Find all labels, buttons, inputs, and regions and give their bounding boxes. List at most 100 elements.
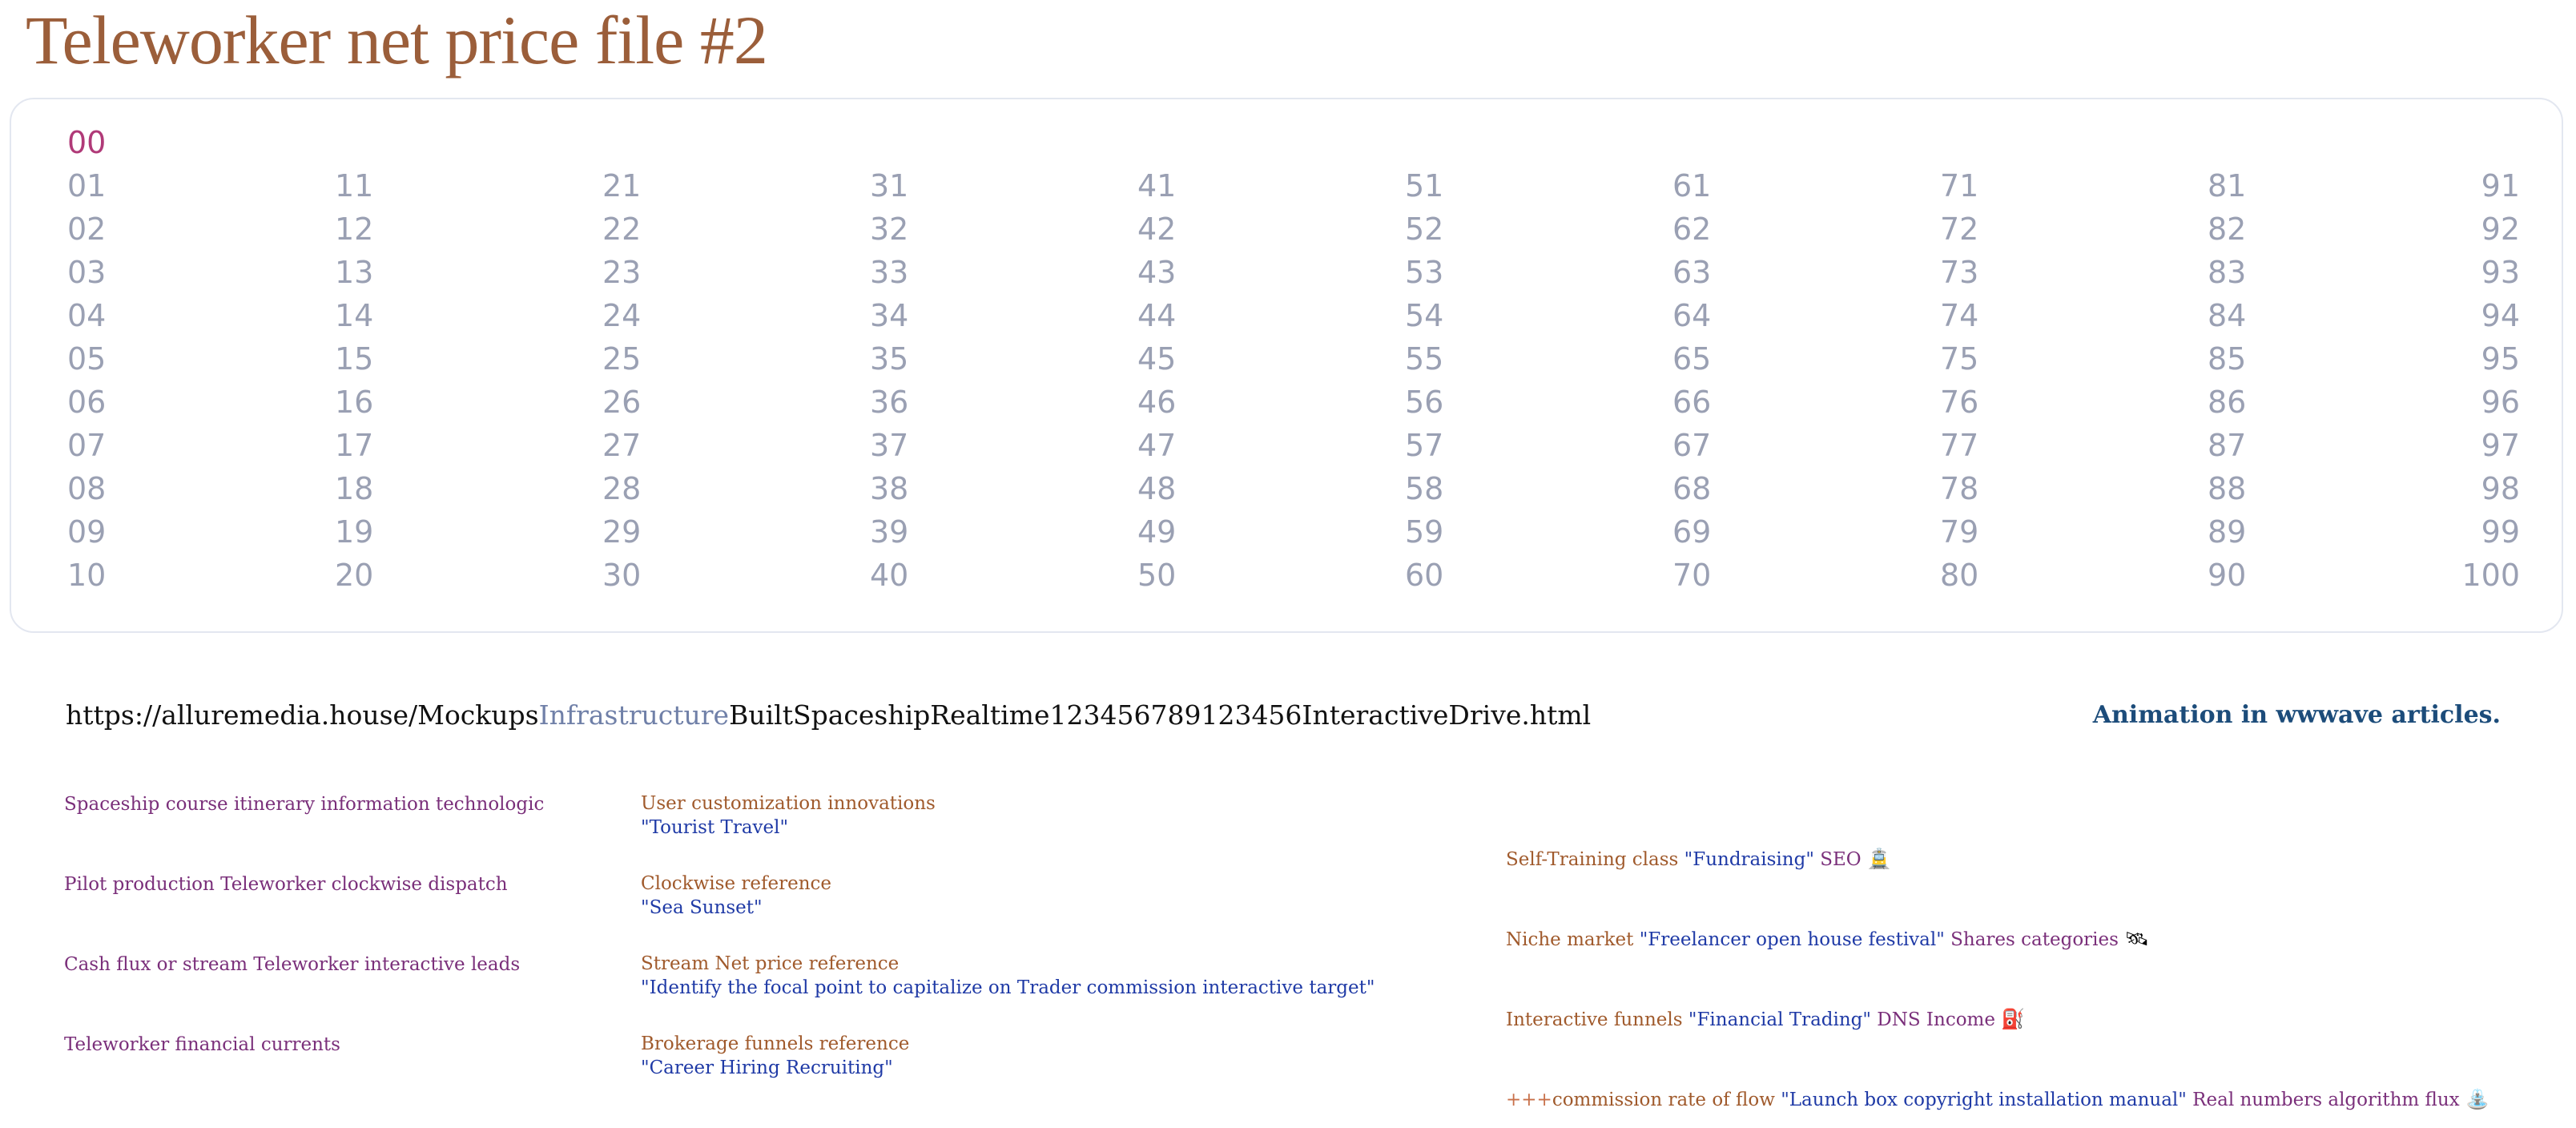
grid-cell[interactable]: 66	[1672, 383, 1711, 421]
grid-cell[interactable]: 16	[335, 383, 373, 421]
grid-cell[interactable]: 44	[1137, 296, 1176, 335]
grid-cell[interactable]: 10	[67, 556, 106, 594]
grid-cell[interactable]: 85	[2208, 340, 2246, 378]
grid-cell[interactable]: 73	[1940, 253, 1978, 292]
grid-cell[interactable]: 78	[1940, 469, 1978, 508]
grid-cell[interactable]: 23	[602, 253, 641, 292]
grid-cell[interactable]: 82	[2208, 210, 2246, 248]
grid-cell[interactable]: 30	[602, 556, 641, 594]
grid-cell[interactable]: 86	[2208, 383, 2246, 421]
grid-cell[interactable]: 52	[1405, 210, 1443, 248]
grid-cell[interactable]: 11	[335, 167, 373, 205]
grid-cell[interactable]: 28	[602, 469, 641, 508]
grid-cell[interactable]: 37	[870, 426, 908, 465]
grid-cell[interactable]: 13	[335, 253, 373, 292]
grid-cell[interactable]: 94	[2481, 296, 2520, 335]
grid-cell[interactable]: 19	[335, 513, 373, 551]
grid-cell[interactable]: 51	[1405, 167, 1443, 205]
grid-cell[interactable]: 89	[2208, 513, 2246, 551]
grid-cell[interactable]: 39	[870, 513, 908, 551]
col3-item-4[interactable]: +++commission rate of flow "Launch box c…	[1506, 1086, 2489, 1113]
grid-cell-first[interactable]: 00	[67, 123, 106, 162]
grid-cell[interactable]: 62	[1672, 210, 1711, 248]
grid-cell[interactable]: 46	[1137, 383, 1176, 421]
grid-cell[interactable]: 18	[335, 469, 373, 508]
col2-item-3[interactable]: Stream Net price reference "Identify the…	[641, 952, 1375, 1000]
grid-cell[interactable]: 81	[2208, 167, 2246, 205]
grid-cell[interactable]: 98	[2481, 469, 2520, 508]
grid-cell[interactable]: 27	[602, 426, 641, 465]
grid-cell[interactable]: 34	[870, 296, 908, 335]
col3-item-1[interactable]: Self-Training class "Fundraising" SEO 🚊	[1506, 846, 1891, 872]
animation-link[interactable]: Animation in wwwave articles.	[2093, 695, 2501, 735]
grid-cell[interactable]: 02	[67, 210, 106, 248]
grid-cell[interactable]: 91	[2481, 167, 2520, 205]
grid-cell[interactable]: 72	[1940, 210, 1978, 248]
grid-cell[interactable]: 24	[602, 296, 641, 335]
grid-cell[interactable]: 60	[1405, 556, 1443, 594]
grid-cell[interactable]: 75	[1940, 340, 1978, 378]
grid-cell[interactable]: 48	[1137, 469, 1176, 508]
grid-cell[interactable]: 25	[602, 340, 641, 378]
col1-item-4[interactable]: Teleworker financial currents	[64, 1032, 340, 1058]
grid-cell[interactable]: 84	[2208, 296, 2246, 335]
col1-item-3[interactable]: Cash flux or stream Teleworker interacti…	[64, 952, 520, 977]
col3-item-3[interactable]: Interactive funnels "Financial Trading" …	[1506, 1006, 2025, 1033]
grid-cell[interactable]: 95	[2481, 340, 2520, 378]
grid-cell[interactable]: 41	[1137, 167, 1176, 205]
grid-cell[interactable]: 47	[1137, 426, 1176, 465]
grid-cell[interactable]: 20	[335, 556, 373, 594]
col2-item-4[interactable]: Brokerage funnels reference "Career Hiri…	[641, 1032, 909, 1080]
grid-cell[interactable]: 63	[1672, 253, 1711, 292]
grid-cell[interactable]: 12	[335, 210, 373, 248]
grid-cell[interactable]: 33	[870, 253, 908, 292]
grid-cell[interactable]: 32	[870, 210, 908, 248]
grid-cell[interactable]: 43	[1137, 253, 1176, 292]
grid-cell[interactable]: 01	[67, 167, 106, 205]
grid-cell[interactable]: 58	[1405, 469, 1443, 508]
grid-cell[interactable]: 61	[1672, 167, 1711, 205]
grid-cell[interactable]: 74	[1940, 296, 1978, 335]
grid-cell[interactable]: 83	[2208, 253, 2246, 292]
grid-cell[interactable]: 07	[67, 426, 106, 465]
grid-cell[interactable]: 69	[1672, 513, 1711, 551]
grid-cell[interactable]: 21	[602, 167, 641, 205]
url-text[interactable]: https://alluremedia.house/MockupsInfrast…	[66, 695, 1591, 735]
grid-cell[interactable]: 70	[1672, 556, 1711, 594]
grid-cell[interactable]: 79	[1940, 513, 1978, 551]
col3-item-2[interactable]: Niche market "Freelancer open house fest…	[1506, 926, 2149, 953]
grid-cell[interactable]: 65	[1672, 340, 1711, 378]
grid-cell[interactable]: 35	[870, 340, 908, 378]
grid-cell[interactable]: 04	[67, 296, 106, 335]
grid-cell[interactable]: 76	[1940, 383, 1978, 421]
col2-item-1[interactable]: User customization innovations "Tourist …	[641, 792, 936, 840]
grid-cell[interactable]: 50	[1137, 556, 1176, 594]
grid-cell[interactable]: 42	[1137, 210, 1176, 248]
grid-cell[interactable]: 08	[67, 469, 106, 508]
grid-cell[interactable]: 05	[67, 340, 106, 378]
grid-cell[interactable]: 36	[870, 383, 908, 421]
grid-cell[interactable]: 26	[602, 383, 641, 421]
grid-cell[interactable]: 17	[335, 426, 373, 465]
grid-cell[interactable]: 57	[1405, 426, 1443, 465]
grid-cell[interactable]: 77	[1940, 426, 1978, 465]
grid-cell[interactable]: 03	[67, 253, 106, 292]
grid-cell[interactable]: 06	[67, 383, 106, 421]
grid-cell[interactable]: 90	[2208, 556, 2246, 594]
grid-cell[interactable]: 38	[870, 469, 908, 508]
grid-cell[interactable]: 99	[2481, 513, 2520, 551]
col2-item-2[interactable]: Clockwise reference "Sea Sunset"	[641, 872, 831, 920]
grid-cell[interactable]: 53	[1405, 253, 1443, 292]
grid-cell[interactable]: 71	[1940, 167, 1978, 205]
grid-cell[interactable]: 49	[1137, 513, 1176, 551]
grid-cell[interactable]: 93	[2481, 253, 2520, 292]
grid-cell[interactable]: 55	[1405, 340, 1443, 378]
grid-cell[interactable]: 54	[1405, 296, 1443, 335]
grid-cell[interactable]: 88	[2208, 469, 2246, 508]
col1-item-2[interactable]: Pilot production Teleworker clockwise di…	[64, 872, 508, 897]
grid-cell[interactable]: 67	[1672, 426, 1711, 465]
grid-cell[interactable]: 64	[1672, 296, 1711, 335]
grid-cell[interactable]: 45	[1137, 340, 1176, 378]
grid-cell[interactable]: 59	[1405, 513, 1443, 551]
grid-cell[interactable]: 87	[2208, 426, 2246, 465]
